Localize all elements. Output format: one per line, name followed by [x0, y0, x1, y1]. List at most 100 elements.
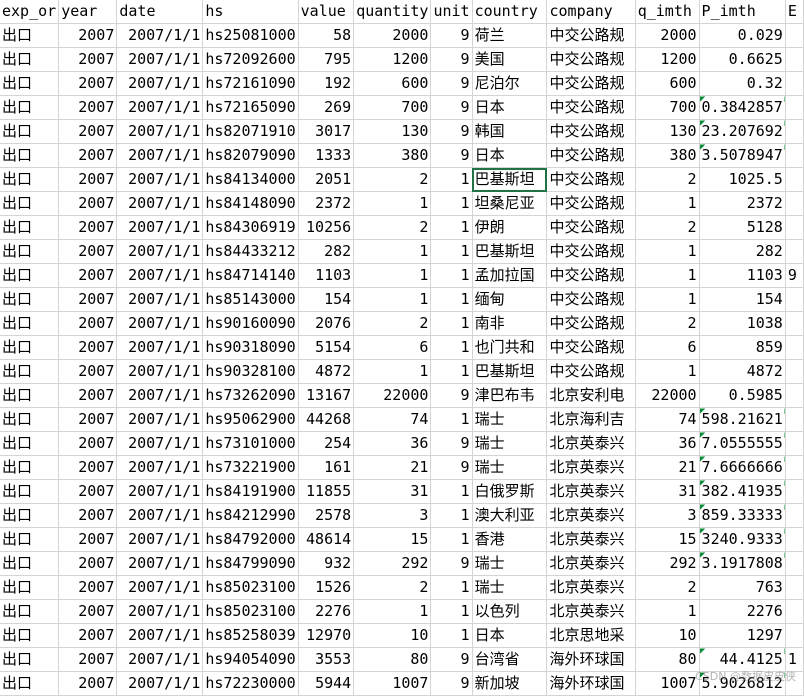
cell-year[interactable]: 2007 [58, 143, 118, 168]
cell-date[interactable]: 2007/1/1 [116, 479, 204, 504]
cell-exp-or[interactable]: 出口 [0, 239, 60, 264]
cell-p-imth[interactable]: 859 [699, 335, 786, 360]
cell-year[interactable]: 2007 [58, 599, 118, 624]
cell-date[interactable]: 2007/1/1 [116, 119, 204, 144]
cell-company[interactable]: 北京英泰兴 [546, 503, 636, 528]
cell-hs[interactable]: hs82079090 [202, 143, 299, 168]
cell-exp-or[interactable]: 出口 [0, 599, 60, 624]
cell-date[interactable]: 2007/1/1 [116, 239, 204, 264]
cell-company[interactable]: 中交公路规 [546, 215, 636, 240]
cell-company[interactable]: 中交公路规 [546, 191, 636, 216]
cell-date[interactable]: 2007/1/1 [116, 575, 204, 600]
cell-country[interactable]: 韩国 [472, 119, 548, 144]
cell-unit[interactable]: 9 [430, 95, 473, 120]
cell-unit[interactable]: 1 [430, 311, 473, 336]
cell-year[interactable]: 2007 [58, 407, 118, 432]
cell-value[interactable]: 44268 [298, 407, 355, 432]
cell-p-imth[interactable]: 282 [699, 239, 786, 264]
cell-unit[interactable]: 9 [430, 383, 473, 408]
cell-e[interactable] [785, 551, 804, 576]
cell-quantity[interactable]: 1 [353, 287, 432, 312]
cell-exp-or[interactable]: 出口 [0, 479, 60, 504]
cell-exp-or[interactable]: 出口 [0, 287, 60, 312]
cell-country[interactable]: 以色列 [472, 599, 548, 624]
cell-unit[interactable]: 1 [430, 335, 473, 360]
cell-p-imth[interactable]: 1297 [699, 623, 786, 648]
cell-value[interactable]: 1526 [298, 575, 355, 600]
cell-value[interactable]: 5154 [298, 335, 355, 360]
cell-quantity[interactable]: 1 [353, 191, 432, 216]
cell-q-imth[interactable]: 130 [635, 119, 700, 144]
cell-e[interactable] [785, 599, 804, 624]
cell-hs[interactable]: hs95062900 [202, 407, 299, 432]
cell-value[interactable]: 3553 [298, 647, 355, 672]
cell-q-imth[interactable]: 10 [635, 623, 700, 648]
cell-date[interactable]: 2007/1/1 [116, 551, 204, 576]
cell-country[interactable]: 南非 [472, 311, 548, 336]
cell-hs[interactable]: hs84433212 [202, 239, 299, 264]
cell-quantity[interactable]: 3 [353, 503, 432, 528]
cell-p-imth[interactable]: 7.6666666 [699, 455, 786, 480]
cell-exp-or[interactable]: 出口 [0, 191, 60, 216]
cell-exp-or[interactable]: 出口 [0, 335, 60, 360]
cell-value[interactable]: 10256 [298, 215, 355, 240]
cell-country[interactable]: 美国 [472, 47, 548, 72]
cell-hs[interactable]: hs90160090 [202, 311, 299, 336]
cell-company[interactable]: 中交公路规 [546, 143, 636, 168]
cell-q-imth[interactable]: 6 [635, 335, 700, 360]
cell-country[interactable]: 新加坡 [472, 671, 548, 696]
cell-company[interactable]: 中交公路规 [546, 119, 636, 144]
cell-date[interactable]: 2007/1/1 [116, 599, 204, 624]
cell-date[interactable]: 2007/1/1 [116, 431, 204, 456]
cell-country[interactable]: 坦桑尼亚 [472, 191, 548, 216]
cell-quantity[interactable]: 700 [353, 95, 432, 120]
header-cell-q-imth[interactable]: q_imth [635, 0, 700, 24]
cell-year[interactable]: 2007 [58, 359, 118, 384]
cell-q-imth[interactable]: 1 [635, 263, 700, 288]
header-cell-quantity[interactable]: quantity [353, 0, 432, 24]
cell-e[interactable] [785, 335, 804, 360]
cell-exp-or[interactable]: 出口 [0, 383, 60, 408]
cell-unit[interactable]: 9 [430, 71, 473, 96]
cell-quantity[interactable]: 1007 [353, 671, 432, 696]
cell-unit[interactable]: 1 [430, 599, 473, 624]
cell-unit[interactable]: 1 [430, 167, 473, 192]
cell-exp-or[interactable]: 出口 [0, 263, 60, 288]
cell-q-imth[interactable]: 1 [635, 359, 700, 384]
cell-exp-or[interactable]: 出口 [0, 119, 60, 144]
cell-exp-or[interactable]: 出口 [0, 407, 60, 432]
cell-country[interactable]: 瑞士 [472, 551, 548, 576]
cell-unit[interactable]: 9 [430, 47, 473, 72]
cell-country[interactable]: 日本 [472, 95, 548, 120]
cell-date[interactable]: 2007/1/1 [116, 359, 204, 384]
cell-exp-or[interactable]: 出口 [0, 311, 60, 336]
cell-hs[interactable]: hs82071910 [202, 119, 299, 144]
cell-quantity[interactable]: 1 [353, 263, 432, 288]
cell-quantity[interactable]: 600 [353, 71, 432, 96]
cell-year[interactable]: 2007 [58, 239, 118, 264]
cell-e[interactable] [785, 431, 804, 456]
cell-value[interactable]: 48614 [298, 527, 355, 552]
cell-company[interactable]: 北京英泰兴 [546, 479, 636, 504]
cell-q-imth[interactable]: 2 [635, 575, 700, 600]
cell-e[interactable] [785, 119, 804, 144]
cell-e[interactable] [785, 287, 804, 312]
cell-unit[interactable]: 1 [430, 263, 473, 288]
cell-e[interactable] [785, 95, 804, 120]
cell-e[interactable] [785, 503, 804, 528]
cell-exp-or[interactable]: 出口 [0, 431, 60, 456]
cell-q-imth[interactable]: 3 [635, 503, 700, 528]
cell-exp-or[interactable]: 出口 [0, 23, 60, 48]
cell-p-imth[interactable]: 4872 [699, 359, 786, 384]
cell-country[interactable]: 巴基斯坦 [472, 239, 548, 264]
cell-year[interactable]: 2007 [58, 215, 118, 240]
cell-date[interactable]: 2007/1/1 [116, 647, 204, 672]
cell-e[interactable] [785, 47, 804, 72]
cell-q-imth[interactable]: 2 [635, 311, 700, 336]
cell-country[interactable]: 尼泊尔 [472, 71, 548, 96]
header-cell-year[interactable]: year [58, 0, 118, 24]
cell-country[interactable]: 日本 [472, 143, 548, 168]
cell-q-imth[interactable]: 2000 [635, 23, 700, 48]
cell-hs[interactable]: hs85023100 [202, 575, 299, 600]
cell-quantity[interactable]: 6 [353, 335, 432, 360]
